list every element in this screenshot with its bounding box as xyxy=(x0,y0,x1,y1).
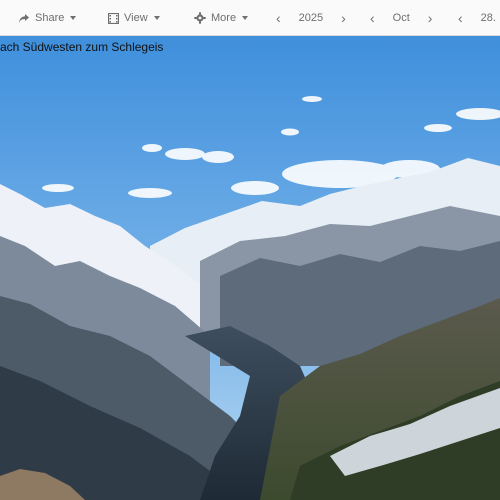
share-label: Share xyxy=(35,12,65,24)
image-caption: ach Südwesten zum Schlegeis xyxy=(0,40,164,54)
month-selector: ‹ Oct › xyxy=(370,0,432,36)
chevron-left-icon[interactable]: ‹ xyxy=(276,11,281,25)
chevron-left-icon[interactable]: ‹ xyxy=(370,11,375,25)
share-button[interactable]: Share xyxy=(18,0,77,36)
day-selector: ‹ 28. xyxy=(458,0,496,36)
chevron-right-icon[interactable]: › xyxy=(428,11,433,25)
more-button[interactable]: More xyxy=(194,0,249,36)
view-label: View xyxy=(124,12,148,24)
gear-icon xyxy=(194,12,206,24)
view-button[interactable]: View xyxy=(108,0,160,36)
day-label[interactable]: 28. xyxy=(481,12,496,24)
chevron-right-icon[interactable]: › xyxy=(341,11,346,25)
caret-down-icon xyxy=(242,16,249,20)
mountain-landscape xyxy=(0,36,500,500)
caret-down-icon xyxy=(70,16,77,20)
chevron-left-icon[interactable]: ‹ xyxy=(458,11,463,25)
share-icon xyxy=(18,13,30,24)
toolbar: Share View More ‹ 2025 › ‹ Oct › ‹ 28. xyxy=(0,0,500,36)
webcam-image: ach Südwesten zum Schlegeis xyxy=(0,36,500,500)
year-selector: ‹ 2025 › xyxy=(276,0,346,36)
month-label[interactable]: Oct xyxy=(393,12,410,24)
caret-down-icon xyxy=(153,16,160,20)
year-label[interactable]: 2025 xyxy=(299,12,323,24)
film-icon xyxy=(108,12,119,24)
more-label: More xyxy=(211,12,237,24)
